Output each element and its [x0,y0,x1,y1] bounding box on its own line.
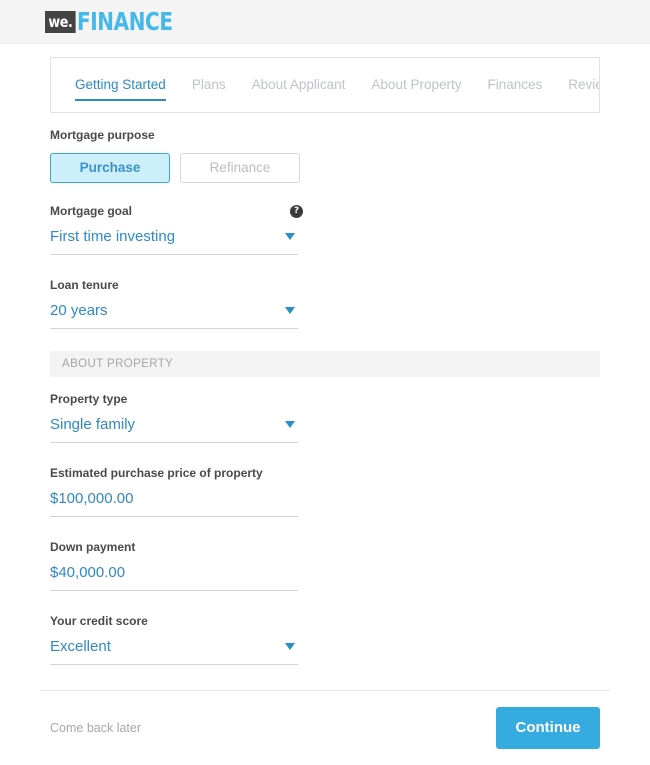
wizard-tabs: Getting Started Plans About Applicant Ab… [50,57,600,113]
mortgage-purpose-toggle-group: Purchase Refinance [50,153,600,183]
continue-button[interactable]: Continue [496,707,600,749]
credit-score-value: Excellent [50,638,111,655]
field-loan-tenure: Loan tenure 20 years [50,277,600,329]
mortgage-goal-value: First time investing [50,228,176,245]
credit-score-label: Your credit score [50,614,148,628]
loan-tenure-select[interactable]: 20 years [50,301,298,329]
mortgage-purpose-option-purchase[interactable]: Purchase [50,153,170,183]
tab-finances[interactable]: Finances [474,76,555,94]
tab-about-applicant[interactable]: About Applicant [239,76,359,94]
mortgage-purpose-label: Mortgage purpose [50,128,155,142]
property-type-select[interactable]: Single family [50,415,298,443]
field-down-payment: Down payment $40,000.00 [50,539,600,591]
purchase-price-value: $100,000.00 [50,490,134,507]
tab-plans[interactable]: Plans [179,76,239,94]
app-header: we. FINANCE [0,0,650,44]
about-property-form: Property type Single family Estimated pu… [0,391,650,665]
credit-score-select[interactable]: Excellent [50,637,298,665]
down-payment-label: Down payment [50,540,136,554]
section-header-about-property: About Property [50,351,600,377]
tab-list: Getting Started Plans About Applicant Ab… [51,58,599,112]
tab-review-and-sign[interactable]: Review & Sign [555,76,599,94]
getting-started-form: Mortgage purpose Purchase Refinance Mort… [0,127,650,329]
loan-tenure-label: Loan tenure [50,278,119,292]
field-property-type: Property type Single family [50,391,600,443]
brand-logo-mark: we. [45,10,76,33]
brand-logo[interactable]: we. FINANCE [45,7,197,36]
purchase-price-label: Estimated purchase price of property [50,466,263,480]
come-back-later-link[interactable]: Come back later [50,721,141,735]
form-footer: Come back later Continue [50,691,600,765]
tab-about-property[interactable]: About Property [358,76,474,94]
mortgage-goal-label: Mortgage goal [50,204,133,218]
property-type-label: Property type [50,392,128,406]
mortgage-goal-select[interactable]: First time investing [50,227,298,255]
down-payment-input[interactable]: $40,000.00 [50,563,298,591]
brand-logo-word: FINANCE [77,7,173,36]
field-mortgage-goal: Mortgage goal ? First time investing [50,203,600,255]
tab-getting-started[interactable]: Getting Started [62,76,179,101]
chevron-down-icon [285,643,295,650]
field-mortgage-purpose: Mortgage purpose Purchase Refinance [50,127,600,183]
chevron-down-icon [285,307,295,314]
chevron-down-icon [285,233,295,240]
field-credit-score: Your credit score Excellent [50,613,600,665]
purchase-price-input[interactable]: $100,000.00 [50,489,298,517]
help-circle-icon[interactable]: ? [290,204,303,218]
mortgage-goal-label-row: Mortgage goal ? [50,203,303,219]
down-payment-value: $40,000.00 [50,564,126,581]
mortgage-purpose-option-refinance[interactable]: Refinance [180,153,300,183]
property-type-value: Single family [50,416,136,433]
field-purchase-price: Estimated purchase price of property $10… [50,465,600,517]
chevron-down-icon [285,421,295,428]
loan-tenure-value: 20 years [50,302,108,319]
